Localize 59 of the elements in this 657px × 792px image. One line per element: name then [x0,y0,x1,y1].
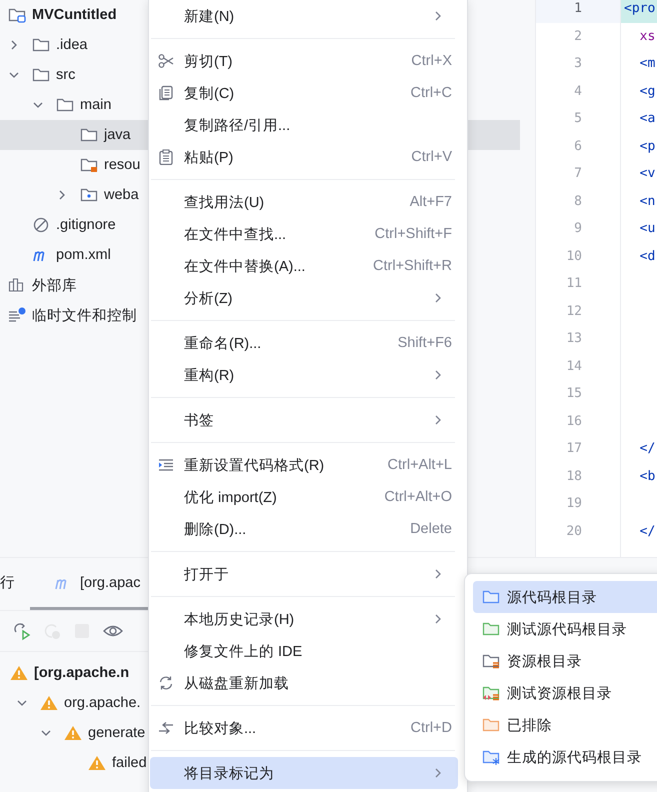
line-number: 15 [565,385,583,403]
code-text: <d [638,248,656,264]
code-text: <n [638,194,656,208]
line-number: 5 [573,110,583,128]
shortcut-text: Ctrl+X [411,53,452,69]
code-text: <m [638,56,656,71]
shortcut-text: Shift+F6 [398,335,452,351]
line-number: 7 [573,165,583,183]
shortcut-text: Ctrl+Shift+F [374,226,452,242]
code-text: <a [638,111,656,126]
shortcut-text: Ctrl+Shift+R [373,258,452,274]
shortcut-text: Alt+F7 [410,194,452,210]
code-text: </ [638,441,656,456]
line-number: 9 [573,220,583,238]
line-number: 20 [565,522,583,540]
line-number: 11 [565,275,583,293]
shortcut-text: Ctrl+D [410,720,452,736]
shortcut-text: Ctrl+V [411,149,452,165]
run-tree-label: [org.apache.n [34,665,130,681]
tree-label: java [104,127,131,143]
line-number: 4 [573,82,583,100]
run-tree-label: failed [112,755,147,771]
code-text: <g [638,84,656,98]
run-tree-label: generate [88,725,146,741]
code-text: <v [638,166,656,181]
line-number: 17 [565,440,583,458]
shortcut-text: Ctrl+C [410,85,452,101]
line-number: 14 [565,358,583,376]
line-number: 10 [565,248,583,266]
line-number: 12 [565,302,583,320]
line-number: 1 [536,0,620,22]
tree-label: main [80,97,112,113]
line-number: 3 [573,55,583,73]
code-text: xs [638,28,656,44]
code-text: <u [638,221,656,236]
tree-label: resou [104,157,140,173]
code-text: <pro [624,1,656,16]
tree-label: 临时文件和控制 [32,306,137,324]
line-number: 13 [565,330,583,348]
tree-label: pom.xml [56,247,111,263]
tree-label: .gitignore [56,217,116,233]
run-tree-label: org.apache. [64,695,141,711]
line-number: 19 [565,495,583,513]
tree-label: .idea [56,37,88,53]
line-number: 8 [573,192,583,210]
tree-label: weba [104,187,139,203]
tree-label: src [56,67,76,83]
line-number: 16 [565,412,583,430]
line-number: 18 [565,468,583,486]
tree-label: 外部库 [32,276,77,294]
shortcut-text: Ctrl+Alt+O [384,489,452,505]
code-text: <p [638,138,656,154]
shortcut-text: Delete [410,521,452,537]
code-text: <b [638,468,656,484]
line-number: 2 [573,28,583,46]
shortcut-text: Ctrl+Alt+L [388,457,452,473]
code-text: </ [638,524,656,538]
tree-label: MVCuntitled [32,7,117,23]
line-number: 6 [573,138,583,156]
